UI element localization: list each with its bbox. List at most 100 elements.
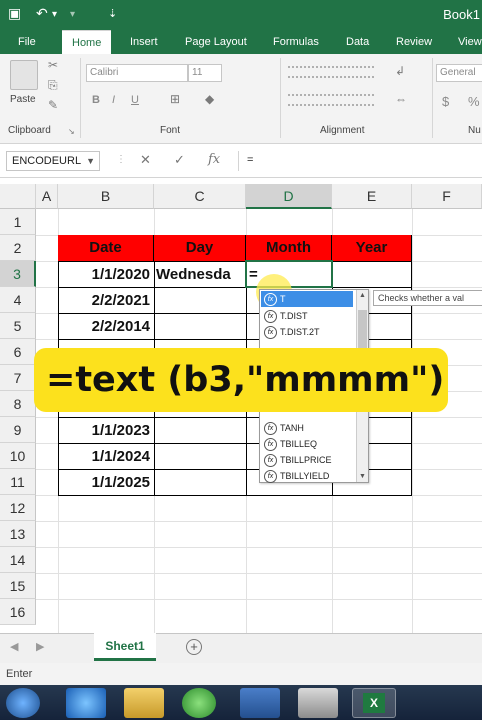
row-header[interactable]: 1 <box>0 209 36 235</box>
col-header-e[interactable]: E <box>332 184 412 209</box>
day-cell[interactable]: Wednesda <box>156 262 246 287</box>
scroll-up-icon[interactable]: ▲ <box>358 292 367 299</box>
redo-icon[interactable]: ▾ <box>70 9 75 20</box>
row-header[interactable]: 6 <box>0 339 36 365</box>
name-box-dropdown-icon[interactable]: ▼ <box>86 152 95 170</box>
autocomplete-item[interactable]: fx TBILLYIELD <box>264 468 329 484</box>
undo-icon[interactable]: ↶ <box>36 5 48 22</box>
row-header[interactable]: 15 <box>0 573 36 599</box>
date-cell[interactable]: 2/2/2014 <box>58 314 154 339</box>
wrap-text-icon[interactable]: ↲ <box>395 64 405 78</box>
gridline <box>36 599 482 600</box>
date-cell[interactable]: 1/1/2024 <box>58 444 154 469</box>
customize-quick-access-icon[interactable]: ⇣ <box>108 7 117 20</box>
tab-page-layout[interactable]: Page Layout <box>175 30 257 54</box>
header-cell-month[interactable]: Month <box>246 235 332 261</box>
formula-input[interactable]: = <box>238 151 482 171</box>
col-header-c[interactable]: C <box>154 184 246 209</box>
ribbon-tabs: File Home Insert Page Layout Formulas Da… <box>0 30 482 54</box>
video-player-icon[interactable] <box>298 688 338 718</box>
function-icon: fx <box>264 326 277 340</box>
undo-dropdown-icon[interactable]: ▾ <box>52 9 57 20</box>
date-cell[interactable]: 1/1/2023 <box>58 418 154 443</box>
media-player-icon[interactable] <box>182 688 216 718</box>
clipboard-launcher-icon[interactable]: ↘ <box>68 127 75 136</box>
row-header[interactable]: 4 <box>0 287 36 313</box>
next-sheet-icon[interactable]: ▶ <box>36 640 44 653</box>
prev-sheet-icon[interactable]: ◀ <box>10 640 18 653</box>
copy-icon[interactable]: ⎘ <box>48 78 58 93</box>
autocomplete-item[interactable]: fx TBILLPRICE <box>264 452 332 468</box>
row-header[interactable]: 7 <box>0 365 36 391</box>
row-header[interactable]: 10 <box>0 443 36 469</box>
file-explorer-icon[interactable] <box>124 688 164 718</box>
add-sheet-icon[interactable]: + <box>186 639 202 655</box>
row-header[interactable]: 5 <box>0 313 36 339</box>
row-header[interactable]: 2 <box>0 235 36 261</box>
tab-review[interactable]: Review <box>386 30 442 54</box>
paste-button-label[interactable]: Paste <box>10 94 36 105</box>
horizontal-align-icons[interactable] <box>288 94 374 106</box>
scroll-thumb[interactable] <box>358 310 367 350</box>
tab-view[interactable]: View <box>448 30 482 54</box>
row-header[interactable]: 11 <box>0 469 36 495</box>
date-cell[interactable]: 1/1/2020 <box>58 262 154 287</box>
cancel-icon[interactable]: ✕ <box>140 152 151 168</box>
italic-button[interactable]: I <box>112 94 115 106</box>
tab-file[interactable]: File <box>8 30 46 54</box>
number-format-box[interactable]: General <box>436 64 482 82</box>
select-all-corner[interactable] <box>0 184 36 209</box>
ribbon-separator <box>280 58 281 138</box>
tab-data[interactable]: Data <box>336 30 379 54</box>
format-painter-icon[interactable]: ✎ <box>48 98 58 112</box>
merge-icon[interactable]: ⇔ <box>395 92 407 106</box>
function-icon: fx <box>264 454 277 468</box>
tab-formulas[interactable]: Formulas <box>263 30 329 54</box>
gridline <box>36 521 482 522</box>
scroll-down-icon[interactable]: ▼ <box>358 473 367 480</box>
header-cell-day[interactable]: Day <box>154 235 246 261</box>
col-header-b[interactable]: B <box>58 184 154 209</box>
tab-insert[interactable]: Insert <box>120 30 168 54</box>
header-cell-year[interactable]: Year <box>332 235 412 261</box>
row-header[interactable]: 8 <box>0 391 36 417</box>
tab-home[interactable]: Home <box>62 30 112 54</box>
autocomplete-item[interactable]: fx TBILLEQ <box>264 436 317 452</box>
row-header[interactable]: 14 <box>0 547 36 573</box>
autocomplete-item-selected[interactable]: fx T <box>261 291 353 307</box>
font-name-box[interactable]: Calibri <box>86 64 188 82</box>
paste-icon[interactable] <box>10 60 38 90</box>
row-header[interactable]: 16 <box>0 599 36 625</box>
name-box[interactable]: ENCODEURL ▼ <box>6 151 100 171</box>
currency-button[interactable]: $ <box>442 94 449 109</box>
row-header[interactable]: 13 <box>0 521 36 547</box>
date-cell[interactable]: 1/1/2025 <box>58 470 154 495</box>
header-cell-date[interactable]: Date <box>58 235 154 261</box>
dev-app-icon[interactable] <box>240 688 280 718</box>
row-header[interactable]: 9 <box>0 417 36 443</box>
insert-function-icon[interactable]: fx <box>208 152 220 167</box>
row-header[interactable]: 12 <box>0 495 36 521</box>
start-button-icon[interactable] <box>6 688 40 718</box>
font-size-box[interactable]: 11 <box>188 64 222 82</box>
vertical-align-icons[interactable] <box>288 66 374 78</box>
autocomplete-item[interactable]: fx T.DIST <box>264 308 308 324</box>
excel-taskbar-icon[interactable]: X <box>352 688 396 718</box>
borders-icon[interactable]: ⊞ <box>170 92 180 106</box>
cut-icon[interactable]: ✂ <box>48 58 58 72</box>
save-icon[interactable]: ▣ <box>8 5 21 22</box>
sheet-tab-sheet1[interactable]: Sheet1 <box>94 633 156 661</box>
date-cell[interactable]: 2/2/2021 <box>58 288 154 313</box>
col-header-a[interactable]: A <box>36 184 58 209</box>
percent-button[interactable]: % <box>468 94 480 109</box>
autocomplete-item[interactable]: fx T.DIST.2T <box>264 324 320 340</box>
fill-color-icon[interactable]: ◆ <box>205 92 214 106</box>
underline-button[interactable]: U <box>131 94 139 106</box>
enter-icon[interactable]: ✓ <box>174 152 185 168</box>
col-header-f[interactable]: F <box>412 184 482 209</box>
internet-explorer-icon[interactable] <box>66 688 106 718</box>
row-header[interactable]: 3 <box>0 261 36 287</box>
col-header-d[interactable]: D <box>246 184 332 209</box>
bold-button[interactable]: B <box>92 94 100 106</box>
autocomplete-item[interactable]: fx TANH <box>264 420 304 436</box>
